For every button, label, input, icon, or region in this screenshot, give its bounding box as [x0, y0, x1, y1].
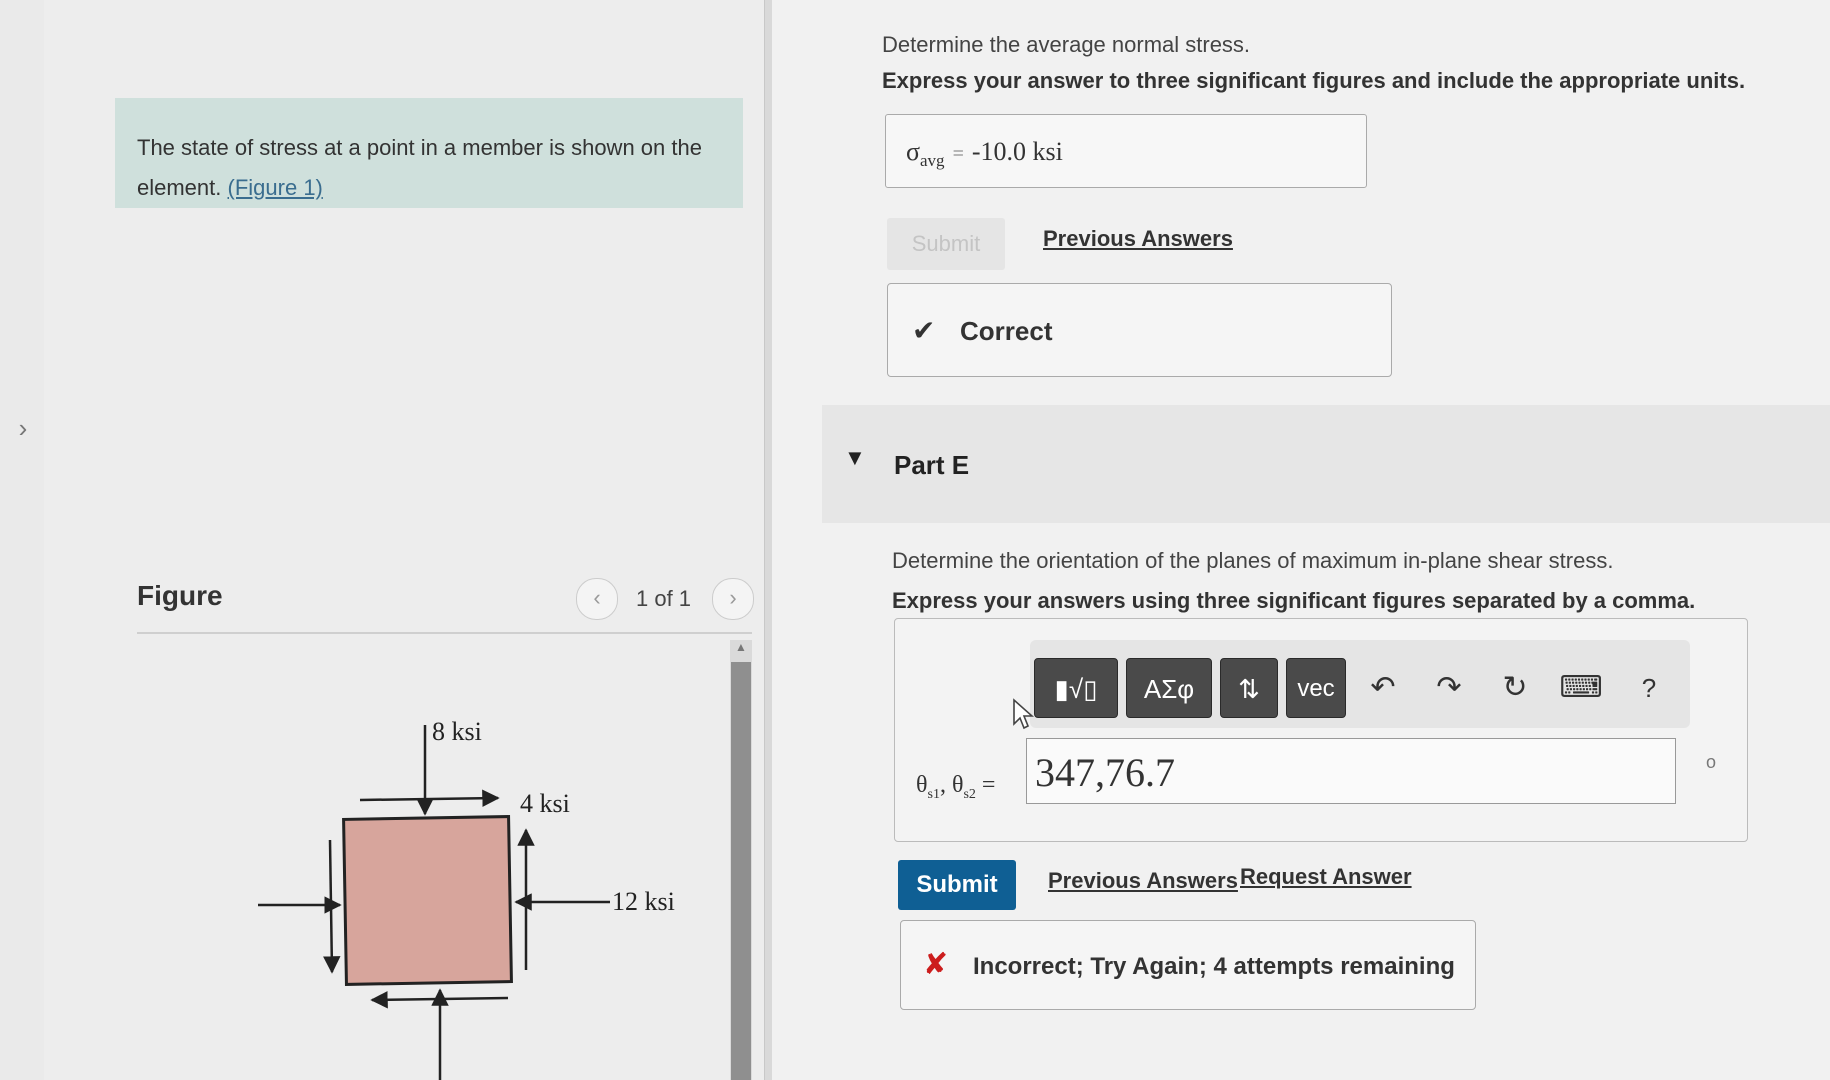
reset-icon[interactable]: ↻	[1490, 660, 1540, 716]
stress-element	[342, 815, 513, 986]
caret-down-icon[interactable]: ▼	[844, 445, 866, 471]
redo-icon[interactable]: ↷	[1424, 660, 1474, 716]
part-e-header[interactable]: ▼ Part E	[822, 405, 1830, 523]
part-e-input-value: 347,76.7	[1035, 750, 1175, 795]
variable-separator: ,	[939, 772, 946, 798]
figure-link[interactable]: (Figure 1)	[228, 175, 323, 200]
label-4ksi: 4 ksi	[520, 789, 570, 818]
request-answer-link[interactable]: Request Answer	[1240, 864, 1412, 890]
next-figure-button[interactable]: ›	[712, 578, 754, 620]
part-e-instruction: Express your answers using three signifi…	[892, 588, 1696, 613]
figure-pager: ‹ 1 of 1 ›	[576, 578, 754, 620]
chevron-right-icon[interactable]: ›	[10, 410, 36, 446]
part-d-previous-answers-link[interactable]: Previous Answers	[1043, 226, 1233, 252]
label-8ksi: 8 ksi	[432, 717, 482, 746]
templates-button[interactable]: ▮√▯	[1034, 658, 1118, 718]
intro-text: The state of stress at a point in a memb…	[137, 135, 702, 200]
part-e-feedback-text: Incorrect; Try Again; 4 attempts remaini…	[973, 953, 1455, 980]
checkmark-icon: ✔	[912, 315, 936, 346]
figure-label: Figure	[137, 580, 223, 611]
part-e-submit-button[interactable]: Submit	[898, 860, 1016, 910]
label-12ksi: 12 ksi	[612, 887, 675, 916]
arrows-button[interactable]: ⇅	[1220, 658, 1278, 718]
theta-sub-2: s2	[963, 786, 976, 802]
sigma-subscript: avg	[920, 151, 945, 171]
part-d-submit-button[interactable]: Submit	[887, 218, 1005, 270]
part-d-prompt: Determine the average normal stress.	[882, 32, 1251, 57]
part-e-prompt: Determine the orientation of the planes …	[892, 548, 1614, 573]
part-e-feedback: ✘ Incorrect; Try Again; 4 attempts remai…	[900, 920, 1476, 1010]
sigma-symbol: σ	[906, 137, 921, 166]
stress-element-figure: 8 ksi 4 ksi 12 ksi	[258, 717, 675, 1080]
part-e-previous-answers-link[interactable]: Previous Answers	[1048, 868, 1238, 894]
theta-symbol-1: θ	[916, 772, 928, 798]
undo-icon[interactable]: ↶	[1358, 660, 1408, 716]
bottom-shear-arrow	[370, 991, 509, 1009]
theta-variable-label: θs1, θs2 =	[916, 772, 995, 803]
collapse-strip	[0, 0, 45, 1080]
help-icon[interactable]: ?	[1624, 660, 1674, 716]
scrollbar-thumb[interactable]	[731, 662, 751, 1080]
figure-divider	[137, 632, 752, 634]
math-toolbar: ▮√▯ ΑΣφ ⇅ vec ↶ ↷ ↻ ⌨ ?	[1030, 640, 1690, 728]
symbols-button[interactable]: ΑΣφ	[1126, 658, 1212, 718]
part-d-answer-equation: σavg = -10.0 ksi	[906, 137, 1063, 171]
theta-symbol-2: θ	[951, 772, 964, 798]
part-e-answer-input[interactable]: 347,76.7	[1026, 738, 1676, 804]
part-d-answer-box: σavg = -10.0 ksi	[885, 114, 1367, 188]
top-shear-arrow	[359, 789, 500, 807]
left-shear-arrow	[323, 839, 341, 974]
problem-intro: The state of stress at a point in a memb…	[115, 98, 743, 208]
part-d-feedback-text: Correct	[960, 316, 1053, 346]
x-icon: ✘	[923, 948, 949, 981]
degree-unit-mark: o	[1706, 752, 1717, 772]
theta-sub-1: s1	[927, 786, 940, 802]
part-e-title: Part E	[894, 450, 970, 480]
part-d-feedback: ✔ Correct	[887, 283, 1392, 377]
variable-equals: =	[981, 772, 996, 798]
prev-figure-button[interactable]: ‹	[576, 578, 618, 620]
part-d-answer-value: -10.0 ksi	[971, 137, 1063, 166]
keyboard-icon[interactable]: ⌨	[1556, 660, 1606, 716]
vec-button[interactable]: vec	[1286, 658, 1346, 718]
scroll-up-icon[interactable]: ▲	[730, 640, 752, 658]
part-d-instruction: Express your answer to three significant…	[882, 68, 1746, 93]
figure-count: 1 of 1	[636, 586, 692, 611]
equals-sign: =	[952, 143, 964, 165]
mouse-cursor-icon	[1013, 698, 1034, 730]
